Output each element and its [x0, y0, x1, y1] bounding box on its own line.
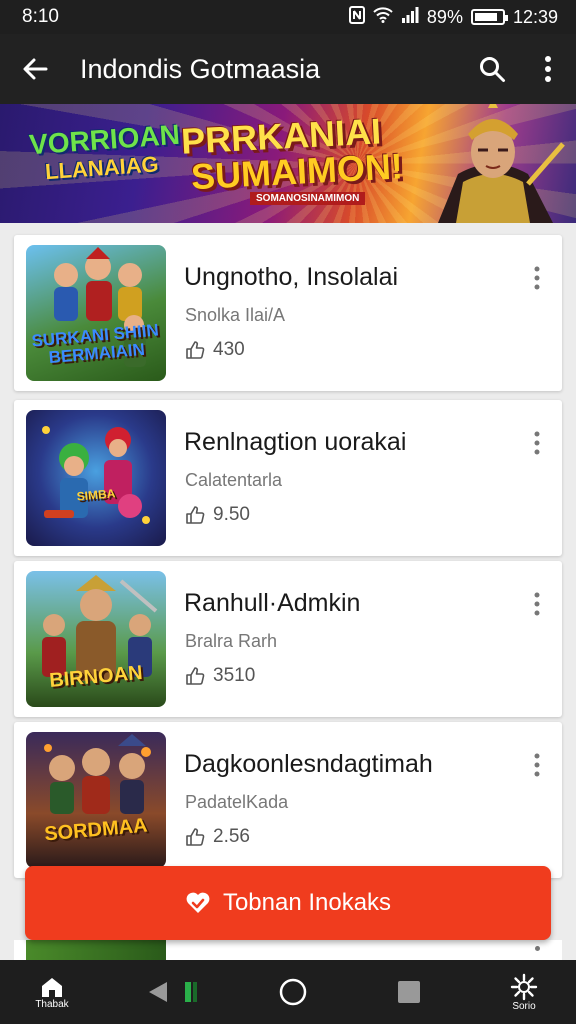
bottom-nav-bar: Thabak Sorio [0, 960, 576, 1024]
game-subtitle: PadatelKada [185, 792, 289, 812]
list-item[interactable]: SURKANI SHIIN BERMAIAIN Ungnotho, Insola… [14, 235, 562, 391]
game-name: Ranhull·Admkin [184, 589, 361, 617]
game-name: Ungnotho, Insolalai [184, 263, 399, 291]
nav-recents-button[interactable] [379, 962, 439, 1022]
status-time: 8:10 [22, 6, 59, 27]
more-vertical-icon [545, 56, 551, 82]
nfc-icon [348, 5, 365, 29]
game-rating: 9.50 [185, 504, 250, 526]
home-icon [42, 977, 62, 997]
game-subtitle: Calatentarla [185, 470, 283, 490]
more-vertical-icon [534, 266, 540, 290]
game-rating-value: 3510 [213, 665, 256, 686]
gear-icon [510, 973, 538, 1000]
more-vertical-icon [534, 431, 540, 455]
nav-settings-button[interactable]: Sorio [494, 962, 554, 1022]
game-rating-value: 430 [213, 339, 245, 360]
square-recents-icon [397, 981, 420, 1003]
status-clock: 12:39 [512, 6, 558, 27]
thumbs-up-icon [186, 506, 205, 524]
game-subtitle: Snolka Ilai/A [185, 305, 286, 325]
thumbs-up-icon [186, 341, 205, 359]
list-item[interactable]: BIRNOAN Ranhull·Admkin Bralra Rarh 3510 [14, 561, 562, 717]
search-icon [480, 57, 505, 82]
more-vertical-icon[interactable] [535, 946, 540, 951]
page-title: Indondis Gotmaasia [80, 53, 321, 84]
banner-hero-illustration [438, 104, 565, 223]
thumbs-up-icon [186, 828, 205, 846]
nav-home-button[interactable]: Thabak [22, 962, 82, 1022]
game-rating: 430 [185, 339, 245, 361]
item-overflow-button[interactable] [522, 589, 552, 619]
nav-settings-label: Sorio [512, 1000, 536, 1012]
game-name: Renlnagtion uorakai [184, 428, 407, 456]
game-rating: 2.56 [185, 826, 250, 848]
game-subtitle: Bralra Rarh [185, 631, 278, 651]
triangle-back-icon [148, 982, 167, 1002]
back-button[interactable] [0, 34, 70, 104]
battery-icon [470, 9, 508, 25]
heart-check-icon [186, 892, 210, 913]
game-name: Dagkoonlesndagtimah [184, 750, 433, 778]
wifi-icon [373, 6, 393, 28]
item-overflow-button[interactable] [522, 750, 552, 780]
app-bar: Indondis Gotmaasia [0, 34, 576, 104]
primary-cta-button[interactable]: Tobnan Inokaks [25, 866, 551, 940]
nav-home-label: Thabak [35, 998, 69, 1010]
game-thumbnail [26, 940, 166, 960]
game-rating: 3510 [185, 665, 255, 687]
primary-cta-label: Tobnan Inokaks [222, 889, 392, 916]
game-art-4 [44, 734, 151, 814]
circle-home-icon [279, 978, 307, 1006]
back-arrow-icon [23, 58, 48, 80]
item-overflow-button[interactable] [522, 263, 552, 293]
nav-home-circle-button[interactable] [263, 962, 323, 1022]
item-overflow-button[interactable] [522, 428, 552, 458]
nav-back-button[interactable] [138, 962, 208, 1022]
signal-icon [401, 6, 419, 28]
status-bar: 8:10 89% 12:39 [0, 0, 576, 34]
search-button[interactable] [464, 34, 520, 104]
game-rating-value: 2.56 [213, 826, 250, 847]
banner-tagline: SOMANOSINAMIMON [250, 192, 366, 205]
game-thumbnail: SORDMAA [26, 732, 166, 868]
game-thumbnail: BIRNOAN [26, 571, 166, 707]
game-thumbnail: SURKANI SHIIN BERMAIAIN [26, 245, 166, 381]
game-art-2 [42, 426, 150, 524]
game-thumbnail: SIMBA [26, 410, 166, 546]
list-item-partial[interactable] [14, 940, 562, 960]
banner-left-logo: VORRIOAN LLANAIAG [28, 119, 182, 187]
overflow-menu-button[interactable] [520, 34, 576, 104]
thumbs-up-icon [186, 667, 205, 685]
indicator-icon [184, 982, 197, 1002]
promo-banner[interactable]: VORRIOAN LLANAIAG PRRKANIAI SUMAIMON! SO… [0, 104, 576, 223]
battery-percent: 89% [426, 6, 463, 27]
more-vertical-icon [534, 592, 540, 616]
game-rating-value: 9.50 [213, 504, 250, 525]
status-icons: 89% 12:39 [348, 5, 558, 29]
banner-headline: PRRKANIAI SUMAIMON! [180, 110, 404, 197]
list-item[interactable]: SORDMAA Dagkoonlesndagtimah PadatelKada … [14, 722, 562, 878]
list-item[interactable]: SIMBA Renlnagtion uorakai Calatentarla 9… [14, 400, 562, 556]
more-vertical-icon [534, 753, 540, 777]
